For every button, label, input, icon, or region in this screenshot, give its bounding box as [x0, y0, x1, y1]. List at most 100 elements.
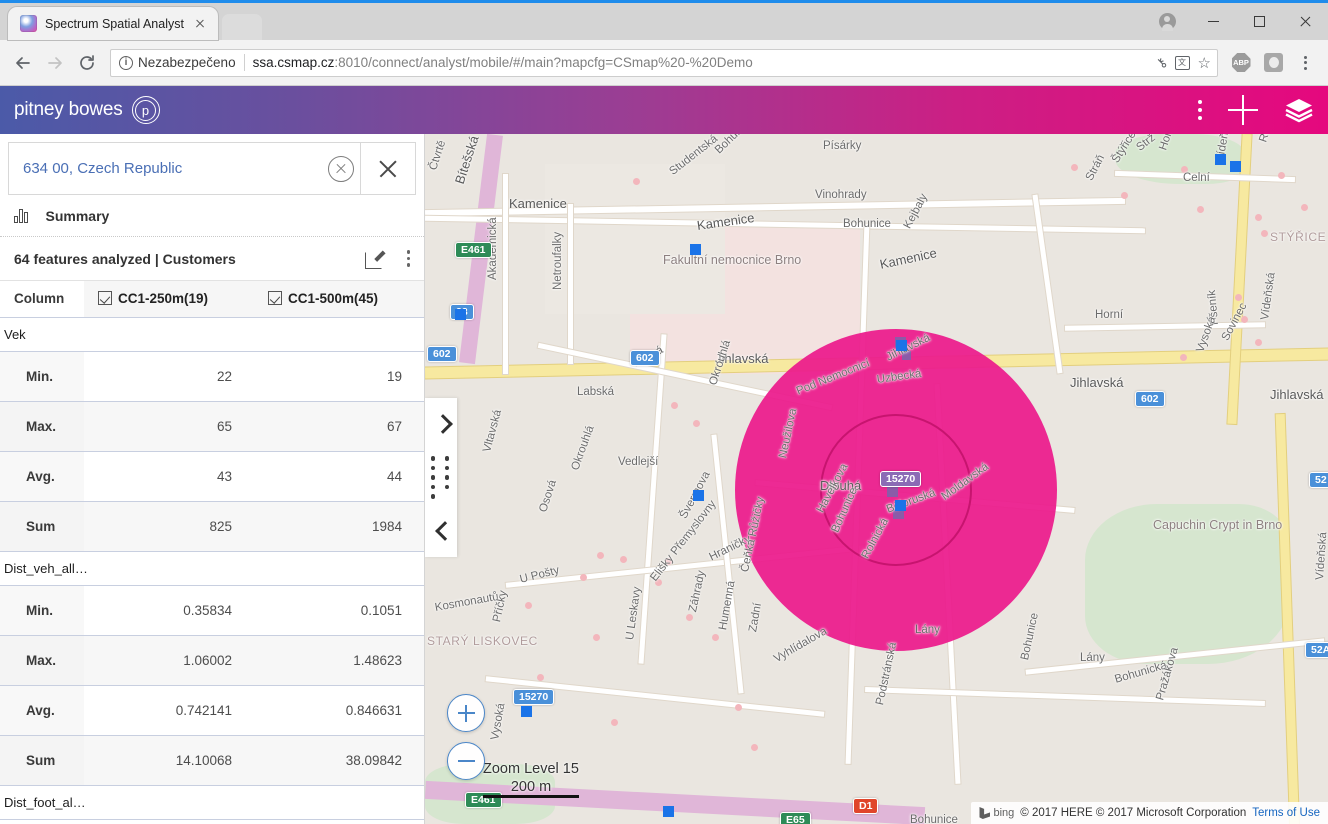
- map-marker[interactable]: [896, 340, 907, 351]
- map-marker[interactable]: [693, 490, 704, 501]
- map-point: [1261, 230, 1268, 237]
- summary-header: Summary: [0, 195, 424, 237]
- scale-bar: [483, 794, 579, 798]
- map-label: STARÝ LISKOVEC: [427, 634, 538, 648]
- map-view[interactable]: Čtvrtě Bítešská Kamenice Studentská Bohunice…: [425, 134, 1328, 824]
- table-header-column: Column: [0, 281, 84, 317]
- url-path: :8010/connect/analyst/mobile/#/main?mapc…: [334, 55, 753, 70]
- table-header-cc1-500m-label: CC1-500m(45): [288, 291, 379, 307]
- search-box[interactable]: 634 00, Czech Republic: [8, 142, 361, 195]
- summary-label: Summary: [45, 207, 110, 224]
- omnibox-actions: ⚷ 文 ☆: [1153, 53, 1213, 72]
- chevron-left-icon[interactable]: [431, 521, 451, 541]
- forward-button[interactable]: [40, 48, 70, 78]
- security-chip[interactable]: i Nezabezpečeno: [119, 55, 236, 70]
- table-header-cc1-250m-label: CC1-250m(19): [118, 291, 209, 307]
- search-input[interactable]: 634 00, Czech Republic: [23, 160, 328, 177]
- profile-button[interactable]: [1144, 3, 1190, 40]
- map-label: Vinohrady: [815, 189, 867, 201]
- feature-header: 64 features analyzed | Customers: [0, 237, 424, 281]
- app-header-actions: [1197, 95, 1315, 125]
- table-header-cc1-250m[interactable]: CC1-250m(19): [84, 281, 254, 317]
- map-point: [525, 602, 532, 609]
- row-value-500m: 38.09842: [254, 735, 424, 786]
- map-road: [638, 334, 667, 664]
- app-favicon-icon: [20, 15, 37, 32]
- drag-handle-icon[interactable]: [430, 456, 452, 499]
- maximize-icon: [1253, 16, 1265, 27]
- tab-close-icon[interactable]: [192, 16, 208, 32]
- analysis-panel: 634 00, Czech Republic Summary 64 featur…: [0, 134, 425, 824]
- row-more-menu-icon[interactable]: [406, 250, 410, 267]
- browser-window: Spectrum Spatial Analyst i Nezabezpečeno: [0, 0, 1328, 824]
- map-label: Písárky: [823, 140, 862, 152]
- layers-button[interactable]: [1284, 97, 1314, 123]
- translate-icon[interactable]: 文: [1174, 55, 1190, 70]
- map-route-shield: E461: [455, 242, 492, 258]
- pitney-bowes-logo-icon: p: [131, 96, 160, 124]
- close-icon: [377, 158, 399, 180]
- row-value-250m: 0.742141: [84, 685, 254, 736]
- map-label: Bohunice: [712, 134, 756, 157]
- map-point: [1255, 214, 1262, 221]
- terms-of-use-link[interactable]: Terms of Use: [1252, 807, 1320, 819]
- map-road: [865, 687, 1265, 706]
- brand-logo: pitney bowes p: [14, 96, 160, 124]
- bing-icon: [979, 807, 991, 819]
- table-header-cc1-500m[interactable]: CC1-500m(45): [254, 281, 424, 317]
- map-point: [1180, 354, 1187, 361]
- extension-button[interactable]: [1258, 48, 1288, 78]
- map-route-shield: 602: [1135, 391, 1165, 407]
- maximize-button[interactable]: [1236, 3, 1282, 40]
- checkbox-cc1-500m[interactable]: [268, 291, 282, 306]
- overflow-menu-button[interactable]: [1197, 99, 1202, 121]
- extension-icon: [1263, 53, 1283, 72]
- window-close-button[interactable]: [1282, 3, 1328, 40]
- browser-menu-button[interactable]: [1290, 48, 1320, 78]
- map-label: Horní: [1095, 309, 1124, 321]
- map-point: [1181, 166, 1188, 173]
- map-canvas[interactable]: Čtvrtě Bítešská Kamenice Studentská Bohunice…: [425, 134, 1328, 824]
- map-marker[interactable]: [895, 500, 906, 511]
- map-label: Bohunice: [1019, 611, 1041, 662]
- map-marker[interactable]: [521, 706, 532, 717]
- map-road-akademicka: [503, 174, 508, 374]
- address-bar[interactable]: i Nezabezpečeno ssa.csmap.cz:8010/connec…: [110, 48, 1218, 77]
- bookmark-star-icon[interactable]: ☆: [1198, 54, 1211, 72]
- map-route-shield: 15270: [513, 689, 555, 705]
- table-row: Min. 22 19: [0, 351, 424, 402]
- minimize-button[interactable]: [1190, 3, 1236, 40]
- row-value-500m: 1984: [254, 501, 424, 552]
- map-marker[interactable]: [1215, 154, 1226, 165]
- summary-table: Column CC1-250m(19) CC1-500m(45) Vek Min…: [0, 281, 424, 820]
- back-button[interactable]: [8, 48, 38, 78]
- new-tab-button[interactable]: [221, 14, 262, 40]
- adblock-plus-extension-button[interactable]: ABP: [1226, 48, 1256, 78]
- map-marker[interactable]: [1230, 161, 1241, 172]
- edit-icon[interactable]: [364, 249, 385, 269]
- map-marker[interactable]: [663, 806, 674, 817]
- reload-button[interactable]: [72, 48, 102, 78]
- password-key-icon[interactable]: ⚷: [1153, 53, 1171, 71]
- window-controls: [1144, 3, 1328, 40]
- chevron-right-icon[interactable]: [431, 414, 451, 434]
- checkbox-cc1-250m[interactable]: [98, 291, 112, 306]
- clear-search-icon[interactable]: [328, 155, 354, 182]
- features-analyzed-text: 64 features analyzed | Customers: [14, 250, 236, 267]
- zoom-out-button[interactable]: [447, 742, 485, 780]
- zoom-controls: [447, 694, 485, 790]
- map-road-netroufalky: [568, 204, 573, 364]
- tab-title: Spectrum Spatial Analyst: [45, 16, 184, 31]
- table-header-row: Column CC1-250m(19) CC1-500m(45): [0, 281, 424, 317]
- map-point: [665, 558, 672, 565]
- map-label: Jihlavská: [1270, 387, 1324, 402]
- close-search-button[interactable]: [361, 142, 416, 195]
- kebab-icon: [1303, 55, 1307, 70]
- row-value-250m: 65: [84, 401, 254, 452]
- browser-tab[interactable]: Spectrum Spatial Analyst: [8, 7, 218, 40]
- map-marker[interactable]: [455, 309, 466, 320]
- add-button[interactable]: [1228, 95, 1258, 125]
- zoom-in-button[interactable]: [447, 694, 485, 732]
- browser-titlebar: Spectrum Spatial Analyst: [0, 0, 1328, 40]
- map-marker[interactable]: [690, 244, 701, 255]
